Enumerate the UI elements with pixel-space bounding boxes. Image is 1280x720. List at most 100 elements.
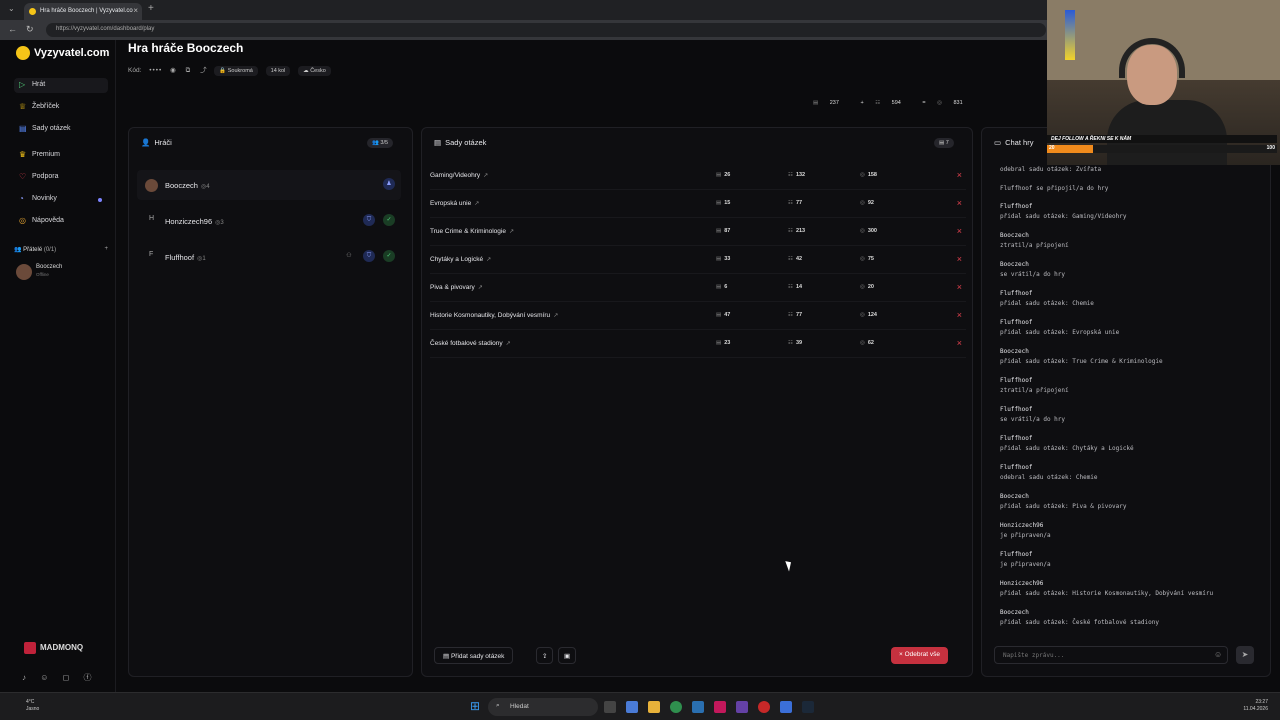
list-item[interactable]: Historie Kosmonautiky, Dobývání vesmíru ↗…: [430, 302, 966, 330]
brand-logo[interactable]: Vyzyvatel.com: [16, 46, 109, 60]
set-name[interactable]: Piva & pivovary: [430, 284, 475, 291]
task-view-icon[interactable]: [604, 701, 616, 713]
remove-set-icon[interactable]: ×: [957, 226, 962, 236]
clock[interactable]: 23:27 11.04.2026: [1243, 699, 1268, 713]
set-name[interactable]: Gaming/Videohry: [430, 172, 480, 179]
app-icon[interactable]: [714, 701, 726, 713]
external-link-icon[interactable]: ↗: [478, 285, 483, 291]
stream-banner: DEJ FOLLOW A ŘEKNI SE K NÁM: [1047, 135, 1277, 143]
chat-text: přidal sadu otázek: Evropská unie: [1000, 328, 1120, 336]
sponsor-logo[interactable]: MADMONQ: [24, 642, 83, 654]
set-name[interactable]: Chytáky a Logické: [430, 256, 483, 263]
language-badge[interactable]: ☁ Česko: [298, 66, 331, 76]
sidebar-item-label: Hrát: [32, 81, 46, 88]
save-button[interactable]: ▣: [558, 647, 577, 664]
instagram-icon[interactable]: ◻: [63, 673, 70, 682]
url-field[interactable]: https://vyzyvatel.com/dashboard/play: [46, 23, 1046, 37]
set-name[interactable]: True Crime & Kriminologie: [430, 228, 506, 235]
external-link-icon[interactable]: ↗: [509, 229, 514, 235]
list-item[interactable]: České fotbalové stadiony ↗ ▤ 23 ☷ 39 ◎ 62 ×: [430, 330, 966, 358]
chrome-icon[interactable]: [670, 701, 682, 713]
remove-all-button[interactable]: × Odebrat vše: [891, 647, 949, 664]
taskbar-search[interactable]: ⌕ Hledat: [488, 698, 598, 716]
friend-avatar[interactable]: [16, 264, 32, 280]
set-name[interactable]: Evropská unie: [430, 200, 471, 207]
app-icon[interactable]: [758, 701, 770, 713]
external-link-icon[interactable]: ↗: [486, 257, 491, 263]
tab-menu-icon[interactable]: ⌄: [8, 4, 15, 13]
questions-icon: ▤: [813, 100, 820, 106]
remove-set-icon[interactable]: ×: [957, 198, 962, 208]
new-tab-icon[interactable]: +: [148, 3, 154, 14]
ready-check-icon: ✓: [383, 250, 395, 262]
remove-set-icon[interactable]: ×: [957, 310, 962, 320]
weather-widget[interactable]: 4°C Jasno: [26, 699, 39, 713]
sidebar-item-label: Sady otázek: [32, 125, 71, 132]
player-row[interactable]: H Honziczech96 ◎3 ⛉ ✓: [137, 206, 401, 236]
sidebar-item-question-sets[interactable]: ▤ Sady otázek: [14, 122, 108, 137]
sidebar-item-help[interactable]: ◎ Nápověda: [14, 214, 108, 229]
list-item[interactable]: Gaming/Videohry ↗ ▤ 26 ☷ 132 ◎ 158 ×: [430, 162, 966, 190]
external-link-icon[interactable]: ↗: [553, 313, 558, 319]
remove-set-icon[interactable]: ×: [957, 170, 962, 180]
chat-author: Fluffhoof: [1000, 435, 1033, 442]
steam-icon[interactable]: [802, 701, 814, 713]
app-icon[interactable]: [626, 701, 638, 713]
remove-set-icon[interactable]: ×: [957, 338, 962, 348]
external-link-icon[interactable]: ↗: [474, 201, 479, 207]
file-explorer-icon[interactable]: [648, 701, 660, 713]
social-links: ♪ ☺ ◻ ⓕ: [22, 672, 104, 683]
back-icon[interactable]: ←: [8, 24, 17, 34]
set-name[interactable]: České fotbalové stadiony: [430, 340, 503, 347]
close-tab-icon[interactable]: ×: [133, 6, 138, 15]
list-item[interactable]: Piva & pivovary ↗ ▤ 6 ☷ 14 ◎ 20 ×: [430, 274, 966, 302]
set-name[interactable]: Historie Kosmonautiky, Dobývání vesmíru: [430, 312, 550, 319]
emoji-icon[interactable]: ☺: [1214, 650, 1222, 659]
game-meta: Kód: •••• ◉ ⧉ ⤴ 🔒 Soukromá 14 kol ☁ Česk…: [128, 64, 331, 76]
external-link-icon[interactable]: ↗: [506, 341, 511, 347]
shield-icon[interactable]: ⛉: [363, 214, 375, 226]
player-row[interactable]: F Fluffhoof ◎1 ⚇ ⛉ ✓: [137, 242, 401, 272]
chat-input[interactable]: Napište zprávu...: [994, 646, 1228, 664]
privacy-badge[interactable]: 🔒 Soukromá: [214, 66, 258, 76]
sidebar-item-support[interactable]: ♡ Podpora: [14, 170, 108, 185]
show-code-icon[interactable]: ◉: [170, 67, 176, 74]
host-icon[interactable]: ♟: [383, 178, 395, 190]
target-icon: ◎: [937, 100, 944, 106]
add-friend-icon[interactable]: ⚇: [343, 250, 355, 262]
twitch-icon[interactable]: [736, 701, 748, 713]
sidebar-item-play[interactable]: ▷ Hrát: [14, 78, 108, 93]
set-count-c: 158: [867, 172, 877, 178]
reload-icon[interactable]: ↻: [26, 24, 34, 35]
chat-author: Fluffhoof: [1000, 551, 1033, 558]
player-row[interactable]: Booczech ◎4 ♟: [137, 170, 401, 200]
share-icon[interactable]: ⤴: [200, 67, 207, 74]
sidebar-item-premium[interactable]: ♛ Premium: [14, 148, 108, 163]
friends-label: Přátelé: [23, 247, 43, 253]
tiktok-icon[interactable]: ♪: [22, 673, 26, 682]
list-item[interactable]: Evropská unie ↗ ▤ 15 ☷ 77 ◎ 92 ×: [430, 190, 966, 218]
windows-start-icon[interactable]: ⊞: [470, 699, 480, 713]
remove-set-icon[interactable]: ×: [957, 282, 962, 292]
app-icon[interactable]: [692, 701, 704, 713]
discord-icon[interactable]: ☺: [40, 673, 48, 682]
code-label: Kód:: [128, 67, 142, 74]
upload-button[interactable]: ⇪: [536, 647, 554, 664]
sidebar-item-leaderboard[interactable]: ♕ Žebříček: [14, 100, 108, 115]
list-item[interactable]: True Crime & Kriminologie ↗ ▤ 87 ☷ 213 ◎ 300…: [430, 218, 966, 246]
browser-tab[interactable]: Hra hráče Booczech | Vyzyvatel.co ×: [24, 3, 142, 20]
send-button[interactable]: ➤: [1236, 646, 1254, 664]
app-icon[interactable]: [780, 701, 792, 713]
friend-name[interactable]: Booczech: [36, 264, 62, 270]
facebook-icon[interactable]: ⓕ: [84, 673, 92, 682]
rounds-badge[interactable]: 14 kol: [265, 66, 291, 76]
add-friend-icon[interactable]: +: [104, 246, 108, 252]
list-item[interactable]: Chytáky a Logické ↗ ▤ 33 ☷ 42 ◎ 75 ×: [430, 246, 966, 274]
external-link-icon[interactable]: ↗: [483, 173, 488, 179]
copy-icon[interactable]: ⧉: [186, 67, 191, 74]
remove-set-icon[interactable]: ×: [957, 254, 962, 264]
taskbar: 4°C Jasno ⊞ ⌕ Hledat 23:27 11.04.2026: [0, 692, 1280, 720]
add-question-sets-button[interactable]: ▤ Přidat sady otázek: [434, 647, 514, 664]
sidebar-item-news[interactable]: ◔ Novinky: [14, 192, 108, 207]
shield-icon[interactable]: ⛉: [363, 250, 375, 262]
